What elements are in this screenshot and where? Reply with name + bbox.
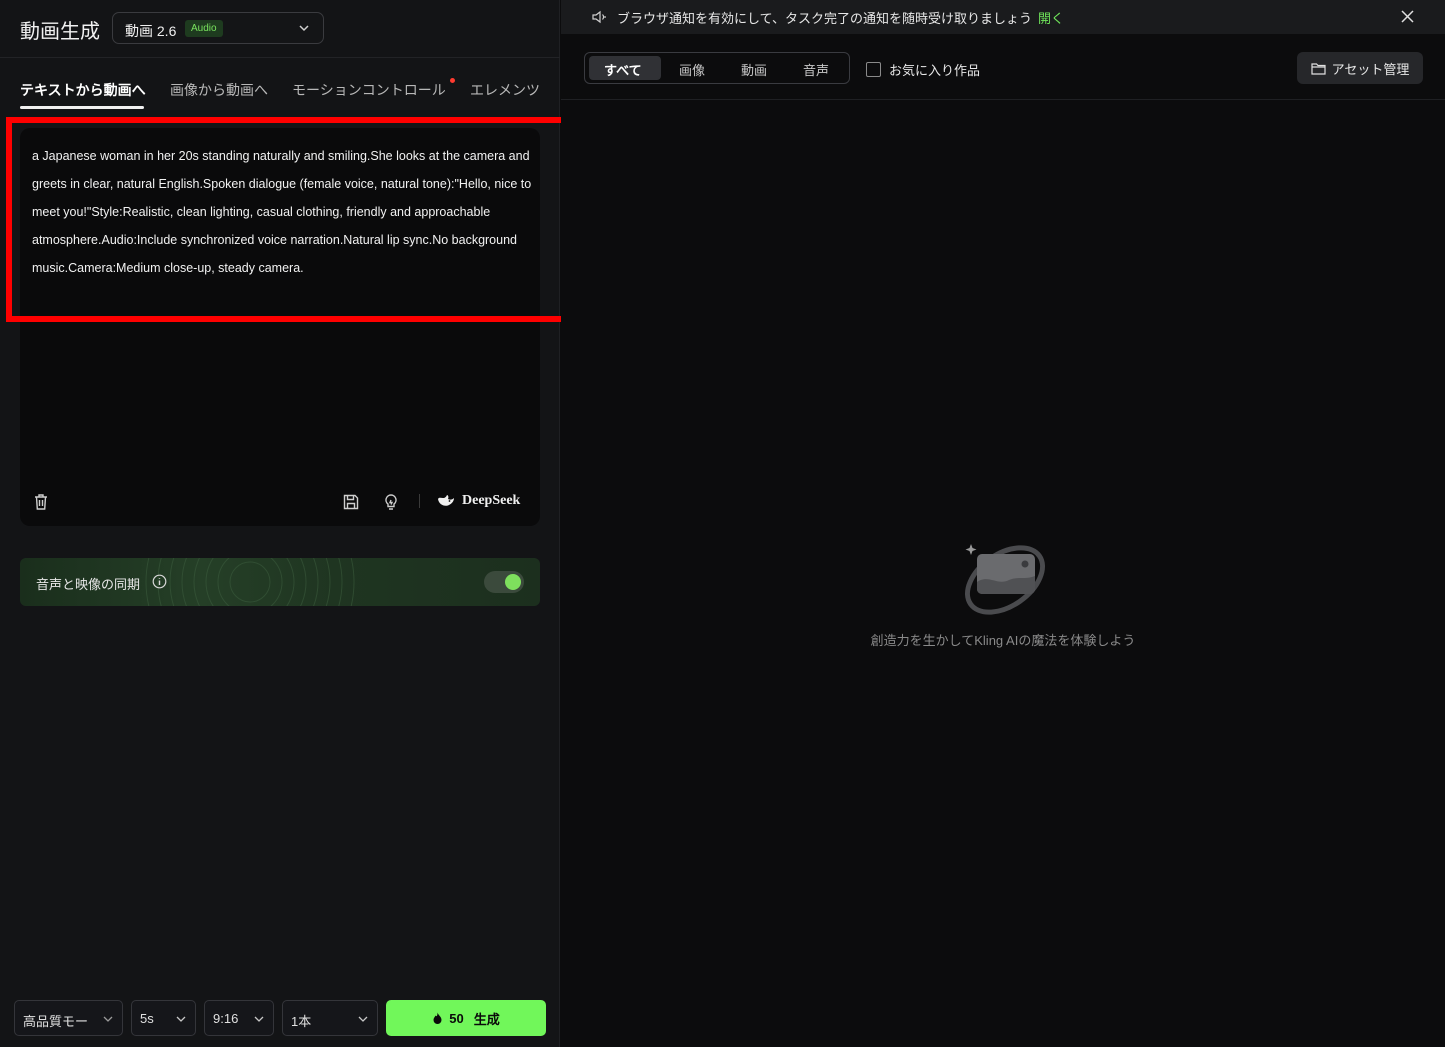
notification-bar: ブラウザ通知を有効にして、タスク完了の通知を随時受け取りましょう 開く	[561, 0, 1445, 34]
generate-button[interactable]: 50 生成	[386, 1000, 546, 1036]
chevron-down-icon	[358, 1016, 368, 1022]
duration-value: 5s	[140, 1011, 154, 1026]
deepseek-label: DeepSeek	[462, 493, 521, 508]
segment-all[interactable]: すべて	[604, 60, 642, 79]
chevron-down-icon	[254, 1016, 264, 1022]
quality-value: 高品質モー	[23, 1014, 89, 1029]
trash-icon[interactable]	[31, 492, 51, 512]
sync-label: 音声と映像の同期	[36, 577, 141, 592]
folder-icon	[1311, 62, 1326, 75]
highlight-box	[6, 117, 574, 322]
page-title: 動画生成	[20, 21, 100, 43]
segment-image[interactable]: 画像	[679, 60, 705, 79]
duration-select[interactable]: 5s	[131, 1000, 196, 1036]
asset-manage-label: アセット管理	[1331, 61, 1410, 77]
save-icon[interactable]	[341, 492, 361, 512]
tab-motion-control[interactable]: モーションコントロール	[292, 80, 446, 100]
generate-label: 生成	[473, 1011, 500, 1027]
tab-elements[interactable]: エレメンツ	[470, 80, 540, 100]
mode-tabs: テキストから動画へ 画像から動画へ モーションコントロール エレメンツ	[0, 58, 560, 118]
filter-bar: すべて 画像 動画 音声 お気に入り作品 アセット管理	[561, 34, 1445, 100]
notification-text: ブラウザ通知を有効にして、タスク完了の通知を随時受け取りましょう	[617, 11, 1032, 26]
count-select[interactable]: 1本	[282, 1000, 378, 1036]
credit-cost: 50	[449, 1010, 464, 1026]
toggle-knob	[505, 574, 521, 590]
audio-video-sync: 音声と映像の同期	[20, 558, 540, 606]
flame-icon	[433, 1012, 442, 1024]
active-tab-indicator	[20, 106, 144, 109]
results-area: 創造力を生かしてKling AIの魔法を体験しよう	[561, 100, 1445, 1047]
model-select[interactable]: 動画 2.6 Audio	[112, 12, 324, 44]
media-filter: すべて 画像 動画 音声	[584, 52, 850, 84]
info-icon[interactable]	[152, 574, 167, 589]
favorites-checkbox[interactable]	[866, 62, 881, 77]
quality-select[interactable]: 高品質モー	[14, 1000, 123, 1036]
deepseek-button[interactable]: DeepSeek	[436, 492, 520, 510]
ratio-value: 9:16	[213, 1011, 239, 1026]
chevron-down-icon	[103, 1016, 113, 1022]
model-name: 動画 2.6	[125, 23, 177, 39]
tab-text-to-video[interactable]: テキストから動画へ	[20, 80, 146, 100]
chevron-down-icon	[299, 25, 309, 32]
count-value: 1本	[291, 1014, 312, 1029]
bulb-icon[interactable]	[381, 492, 401, 512]
speaker-icon	[592, 10, 606, 24]
generation-options: 高品質モー 5s 9:16 1本 50 生成	[0, 998, 560, 1038]
tab-image-to-video[interactable]: 画像から動画へ	[170, 80, 268, 100]
empty-state-text: 創造力を生かしてKling AIの魔法を体験しよう	[870, 633, 1136, 648]
ratio-select[interactable]: 9:16	[204, 1000, 274, 1036]
divider	[419, 494, 420, 508]
close-icon[interactable]	[1400, 9, 1415, 24]
audio-badge: Audio	[185, 20, 223, 37]
favorites-filter[interactable]: お気に入り作品	[866, 60, 980, 79]
image-placeholder-icon	[965, 544, 1045, 615]
segment-audio[interactable]: 音声	[803, 60, 829, 79]
new-dot	[450, 78, 455, 83]
asset-manage-button[interactable]: アセット管理	[1297, 52, 1423, 84]
top-bar: 動画生成 動画 2.6 Audio	[0, 0, 560, 58]
chevron-down-icon	[176, 1016, 186, 1022]
whale-icon	[438, 495, 454, 506]
sync-toggle[interactable]	[484, 571, 524, 593]
notification-open-link[interactable]: 開く	[1038, 11, 1064, 26]
segment-video[interactable]: 動画	[741, 60, 767, 79]
favorites-label: お気に入り作品	[889, 63, 981, 78]
